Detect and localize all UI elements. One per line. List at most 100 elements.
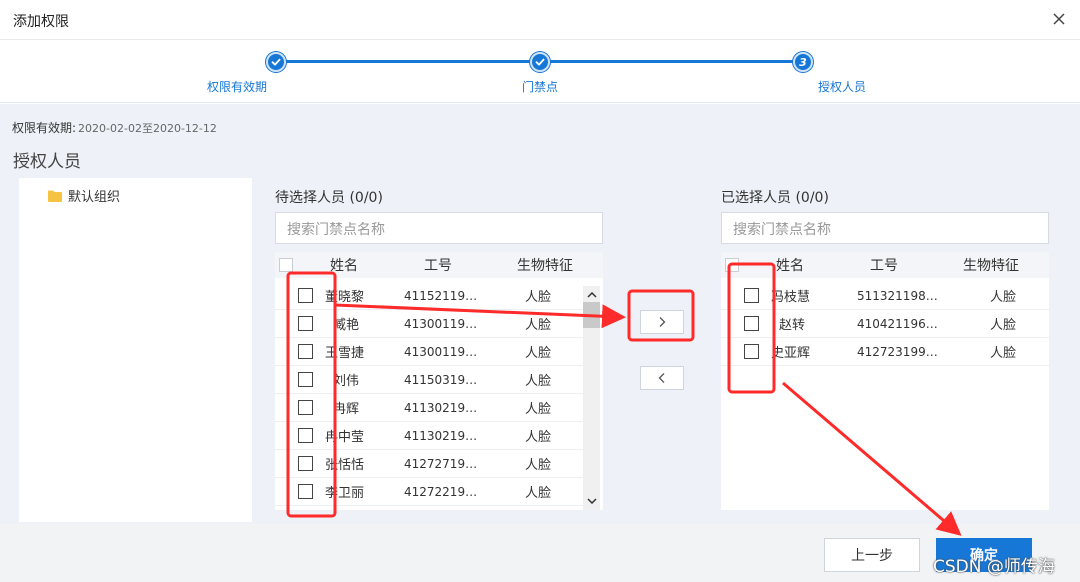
row-checkbox[interactable] [298,372,313,387]
scroll-up-icon[interactable] [583,288,600,302]
dialog-footer: 上一步 确定 CSDN @师传海 [0,524,1080,582]
row-checkbox[interactable] [298,484,313,499]
left-panel-title: 待选择人员 (0/0) [275,190,383,206]
validity-value: 2020-02-02至2020-12-12 [78,122,217,135]
table-row[interactable]: 赵转 410421196… 人脸 [721,310,1049,338]
row-name: 董晓黎 [325,290,365,305]
step-1-done [266,52,286,72]
progress-stepper: 3 权限有效期 门禁点 授权人员 [0,40,1080,103]
validity-label: 权限有效期: [12,121,77,135]
folder-icon [48,190,62,202]
row-checkbox[interactable] [744,344,759,359]
row-checkbox[interactable] [298,344,313,359]
step-2-label: 门禁点 [521,80,558,94]
step-3-label: 授权人员 [817,80,866,94]
table-row[interactable]: 刘伟 41150319… 人脸 [275,366,583,394]
tree-node-default-org[interactable]: 默认组织 [48,186,120,205]
dialog-title: 添加权限 [13,14,69,30]
left-list-header: 姓名 工号 生物特征 [275,252,603,278]
row-checkbox[interactable] [298,288,313,303]
table-row[interactable]: 史亚辉 412723199… 人脸 [721,338,1049,366]
table-row[interactable]: 冉中莹 41130219… 人脸 [275,422,583,450]
left-select-all-checkbox[interactable] [279,258,293,272]
table-row[interactable]: 冯枝慧 511321198… 人脸 [721,282,1049,310]
org-tree: 默认组织 [19,178,252,522]
row-checkbox[interactable] [298,456,313,471]
previous-step-button[interactable]: 上一步 [824,538,920,572]
row-name: 冉中莹 [325,430,365,445]
row-name: 刘伟 [333,374,360,389]
column-id: 工号 [424,258,452,274]
row-biometric: 人脸 [525,318,552,333]
row-employee-id: 41152119… [404,288,478,303]
right-select-all-checkbox[interactable] [725,258,739,272]
row-name: 臧艳 [333,318,360,333]
right-list-header: 姓名 工号 生物特征 [721,252,1049,278]
chevron-left-icon [658,373,665,383]
close-icon[interactable] [1048,8,1070,30]
step-1-label: 权限有效期 [206,80,267,94]
step-2-done [530,52,550,72]
left-search-input[interactable]: 搜索门禁点名称 [275,212,603,244]
scroll-down-icon[interactable] [583,494,600,508]
move-left-button[interactable] [640,366,684,390]
check-icon [271,58,281,66]
column-id: 工号 [870,258,898,274]
table-row[interactable]: 董晓黎 41152119… 人脸 [275,282,583,310]
validity-info: 权限有效期: 2020-02-02至2020-12-12 [12,119,217,136]
row-biometric: 人脸 [525,290,552,305]
row-name: 张恬恬 [325,458,365,473]
row-biometric: 人脸 [990,290,1017,305]
row-name: 李卫丽 [325,486,365,501]
row-biometric: 人脸 [525,486,552,501]
row-checkbox[interactable] [744,316,759,331]
right-search-input[interactable]: 搜索门禁点名称 [721,212,1049,244]
step-3-current: 3 [793,52,813,72]
row-employee-id: 410421196… [857,316,938,331]
step-3-number: 3 [799,55,807,69]
row-biometric: 人脸 [990,346,1017,361]
tree-node-label: 默认组织 [68,190,121,205]
row-biometric: 人脸 [525,402,552,417]
row-biometric: 人脸 [525,346,552,361]
row-biometric: 人脸 [525,430,552,445]
table-row[interactable]: 张恬恬 41272719… 人脸 [275,450,583,478]
row-employee-id: 41272219… [404,484,478,499]
left-person-list: 姓名 工号 生物特征 董晓黎 41152119… 人脸 臧艳 41300119… 人脸 王雪… [275,252,603,510]
row-employee-id: 41130219… [404,428,478,443]
column-name: 姓名 [776,258,804,274]
row-name: 冯枝慧 [771,290,811,305]
row-checkbox[interactable] [298,400,313,415]
table-row[interactable]: 王雪捷 41300119… 人脸 [275,338,583,366]
row-employee-id: 41150319… [404,372,478,387]
row-employee-id: 41272719… [404,456,478,471]
section-title: 授权人员 [13,152,81,172]
row-biometric: 人脸 [525,374,552,389]
dialog-titlebar: 添加权限 [0,0,1080,40]
column-name: 姓名 [330,258,358,274]
row-employee-id: 41300119… [404,344,478,359]
table-row[interactable]: 臧艳 41300119… 人脸 [275,310,583,338]
row-checkbox[interactable] [298,316,313,331]
left-list-scrollbar[interactable] [583,286,600,510]
row-name: 冉辉 [333,402,360,417]
right-person-list: 姓名 工号 生物特征 冯枝慧 511321198… 人脸 赵转 410421196… 人脸… [721,252,1049,510]
table-row[interactable]: 冉辉 41130219… 人脸 [275,394,583,422]
table-row[interactable]: 李卫丽 41272219… 人脸 [275,478,583,506]
row-checkbox[interactable] [744,288,759,303]
row-checkbox[interactable] [298,428,313,443]
content-area: 权限有效期: 2020-02-02至2020-12-12 授权人员 默认组织 待选… [0,104,1080,524]
row-name: 赵转 [779,318,806,333]
watermark: CSDN @师传海 [933,557,1055,577]
row-employee-id: 41300119… [404,316,478,331]
column-bio: 生物特征 [963,258,1019,274]
scroll-thumb[interactable] [583,302,600,328]
column-bio: 生物特征 [517,258,573,274]
row-employee-id: 412723199… [857,344,938,359]
move-right-button[interactable] [640,310,684,334]
row-biometric: 人脸 [525,458,552,473]
row-biometric: 人脸 [990,318,1017,333]
row-employee-id: 511321198… [857,288,938,303]
check-icon [535,58,545,66]
row-name: 王雪捷 [325,346,365,361]
